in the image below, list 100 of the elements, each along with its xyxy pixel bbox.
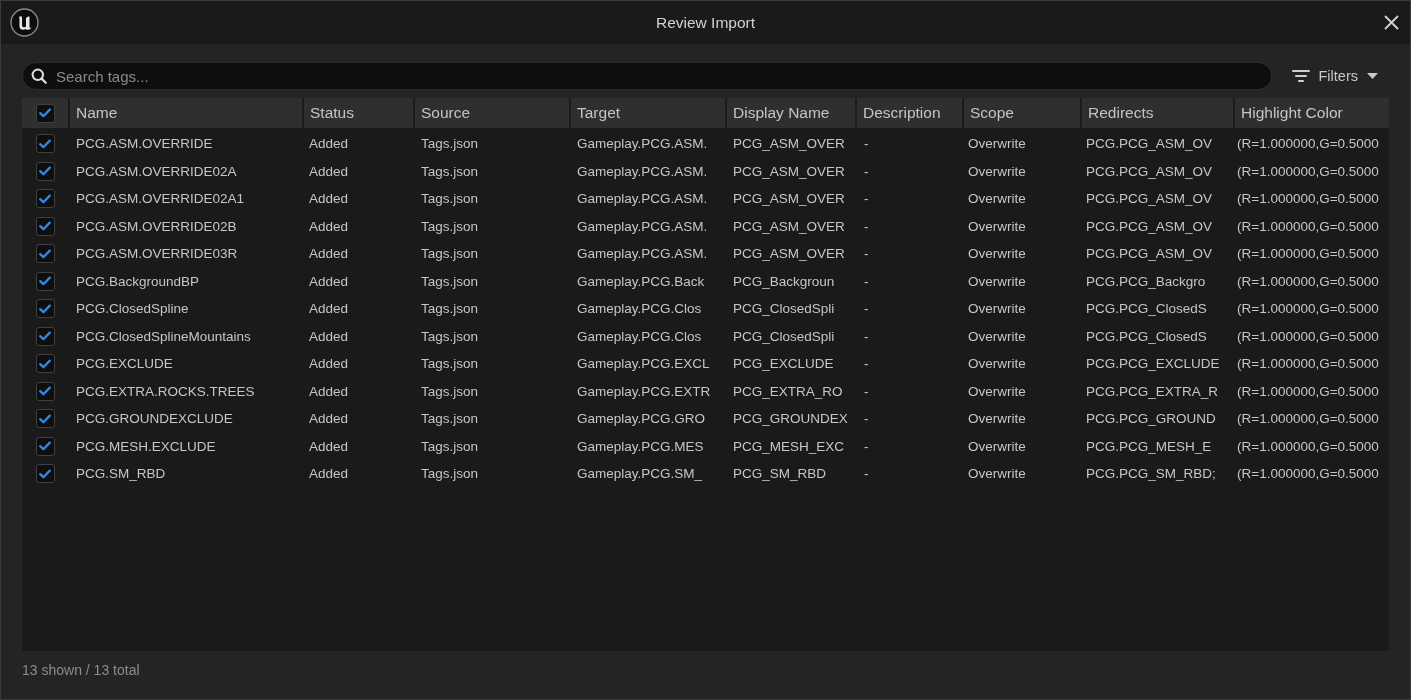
- table-cell-text: PCG_GROUNDEX: [732, 410, 849, 429]
- table-cell-text: PCG.PCG_GROUND: [1085, 410, 1217, 429]
- column-header[interactable]: Display Name: [725, 98, 855, 128]
- checkmark-icon: [39, 468, 51, 479]
- table-cell-text: Overwrite: [967, 190, 1027, 209]
- table-cell-text: (R=1.000000,G=0.5000: [1236, 245, 1380, 264]
- table-cell-text: Tags.json: [420, 382, 480, 401]
- table-cell-text: Gameplay.PCG.MES: [576, 437, 705, 456]
- column-header[interactable]: Redirects: [1080, 98, 1233, 128]
- checkbox[interactable]: [35, 464, 55, 484]
- checkbox[interactable]: [35, 134, 55, 154]
- checkmark-icon: [39, 331, 51, 342]
- filters-button[interactable]: Filters: [1291, 66, 1388, 86]
- table-cell-text: Added: [308, 245, 350, 264]
- table-cell-text: PCG.PCG_ClosedS: [1085, 327, 1208, 346]
- table-cell-text: Overwrite: [967, 162, 1027, 181]
- table-cell-text: (R=1.000000,G=0.5000: [1236, 135, 1380, 154]
- table-cell-text: -: [863, 300, 870, 319]
- table-cell-text: PCG_ASM_OVER: [732, 162, 846, 181]
- column-header[interactable]: Target: [569, 98, 725, 128]
- column-header[interactable]: Description: [855, 98, 962, 128]
- table-cell-text: Tags.json: [420, 272, 480, 291]
- table-cell-text: Added: [308, 355, 350, 374]
- table-cell-text: PCG.PCG_ClosedS: [1085, 300, 1208, 319]
- table-cell-text: PCG.ASM.OVERRIDE: [75, 135, 214, 154]
- search-icon: [31, 68, 47, 84]
- column-header[interactable]: Scope: [962, 98, 1080, 128]
- column-header[interactable]: Name: [68, 98, 302, 128]
- status-text: 13 shown / 13 total: [22, 662, 140, 678]
- table-cell-text: PCG.GROUNDEXCLUDE: [75, 410, 234, 429]
- table-cell-text: Tags.json: [420, 355, 480, 374]
- table-cell-text: Tags.json: [420, 300, 480, 319]
- checkbox[interactable]: [35, 299, 55, 319]
- table-cell-text: Tags.json: [420, 217, 480, 236]
- table-cell-text: Added: [308, 272, 350, 291]
- table-cell-text: Overwrite: [967, 410, 1027, 429]
- table-cell-text: Overwrite: [967, 245, 1027, 264]
- checkbox[interactable]: [35, 271, 55, 291]
- checkmark-icon: [39, 138, 51, 149]
- filter-icon: [1291, 69, 1310, 83]
- table-cell-text: -: [863, 382, 870, 401]
- checkbox[interactable]: [35, 189, 55, 209]
- caret-icon: [1367, 73, 1378, 79]
- table-cell-text: Tags.json: [420, 135, 480, 154]
- search-field[interactable]: Search tags...: [22, 62, 1272, 90]
- checkbox[interactable]: [35, 161, 55, 181]
- table-cell-text: (R=1.000000,G=0.5000: [1236, 410, 1380, 429]
- table-cell-text: Added: [308, 217, 350, 236]
- table-cell-text: (R=1.000000,G=0.5000: [1236, 217, 1380, 236]
- table-cell-text: Added: [308, 300, 350, 319]
- table-cell-text: PCG.PCG_EXTRA_R: [1085, 382, 1220, 401]
- table-cell-text: Gameplay.PCG.Clos: [576, 327, 703, 346]
- table-cell-text: PCG_EXCLUDE: [732, 355, 835, 374]
- column-header[interactable]: Highlight Color: [1233, 98, 1390, 128]
- table-cell-text: Overwrite: [967, 217, 1027, 236]
- table-cell-text: Tags.json: [420, 465, 480, 484]
- table-cell-text: PCG_ClosedSpli: [732, 300, 836, 319]
- table-cell-text: PCG.EXTRA.ROCKS.TREES: [75, 382, 256, 401]
- table-cell-text: PCG.PCG_ASM_OV: [1085, 135, 1214, 154]
- checkbox[interactable]: [35, 354, 55, 374]
- table-cell-text: PCG.SM_RBD: [75, 465, 167, 484]
- table-cell-text: Gameplay.PCG.ASM.: [576, 245, 709, 264]
- table-cell-text: Gameplay.PCG.SM_: [576, 465, 704, 484]
- table-cell-text: Overwrite: [967, 465, 1027, 484]
- checkmark-icon: [39, 413, 51, 424]
- checkbox[interactable]: [35, 103, 55, 123]
- table-cell-text: PCG.ASM.OVERRIDE02A1: [75, 190, 246, 209]
- table-cell-text: Overwrite: [967, 355, 1027, 374]
- table-cell-text: Added: [308, 190, 350, 209]
- checkbox[interactable]: [35, 436, 55, 456]
- checkbox[interactable]: [35, 326, 55, 346]
- checkbox[interactable]: [35, 244, 55, 264]
- table-cell-text: PCG.PCG_ASM_OV: [1085, 162, 1214, 181]
- table-cell-text: -: [863, 245, 870, 264]
- table-cell-text: Gameplay.PCG.EXCL: [576, 355, 711, 374]
- checkbox[interactable]: [35, 216, 55, 236]
- table-cell-text: (R=1.000000,G=0.5000: [1236, 190, 1380, 209]
- table-cell-text: PCG_ClosedSpli: [732, 327, 836, 346]
- table-cell-text: Added: [308, 327, 350, 346]
- close-button[interactable]: [1381, 12, 1401, 33]
- table-cell-text: PCG.ClosedSpline: [75, 300, 190, 319]
- table-cell-text: -: [863, 190, 870, 209]
- checkmark-icon: [39, 441, 51, 452]
- table-cell-text: Overwrite: [967, 437, 1027, 456]
- table-cell-text: Added: [308, 382, 350, 401]
- column-header[interactable]: Source: [413, 98, 569, 128]
- checkmark-icon: [39, 303, 51, 314]
- checkmark-icon: [39, 248, 51, 259]
- table-cell-text: Overwrite: [967, 135, 1027, 154]
- checkbox[interactable]: [35, 409, 55, 429]
- column-header[interactable]: Status: [302, 98, 413, 128]
- table-cell-text: (R=1.000000,G=0.5000: [1236, 300, 1380, 319]
- table-cell-text: Tags.json: [420, 245, 480, 264]
- table-cell-text: PCG.BackgroundBP: [75, 272, 201, 291]
- table-cell-text: -: [863, 272, 870, 291]
- table-cell-text: PCG.PCG_SM_RBD;: [1085, 465, 1217, 484]
- table-cell-text: Added: [308, 437, 350, 456]
- table-cell-text: PCG_ASM_OVER: [732, 217, 846, 236]
- checkbox[interactable]: [35, 381, 55, 401]
- table-cell-text: PCG_SM_RBD: [732, 465, 828, 484]
